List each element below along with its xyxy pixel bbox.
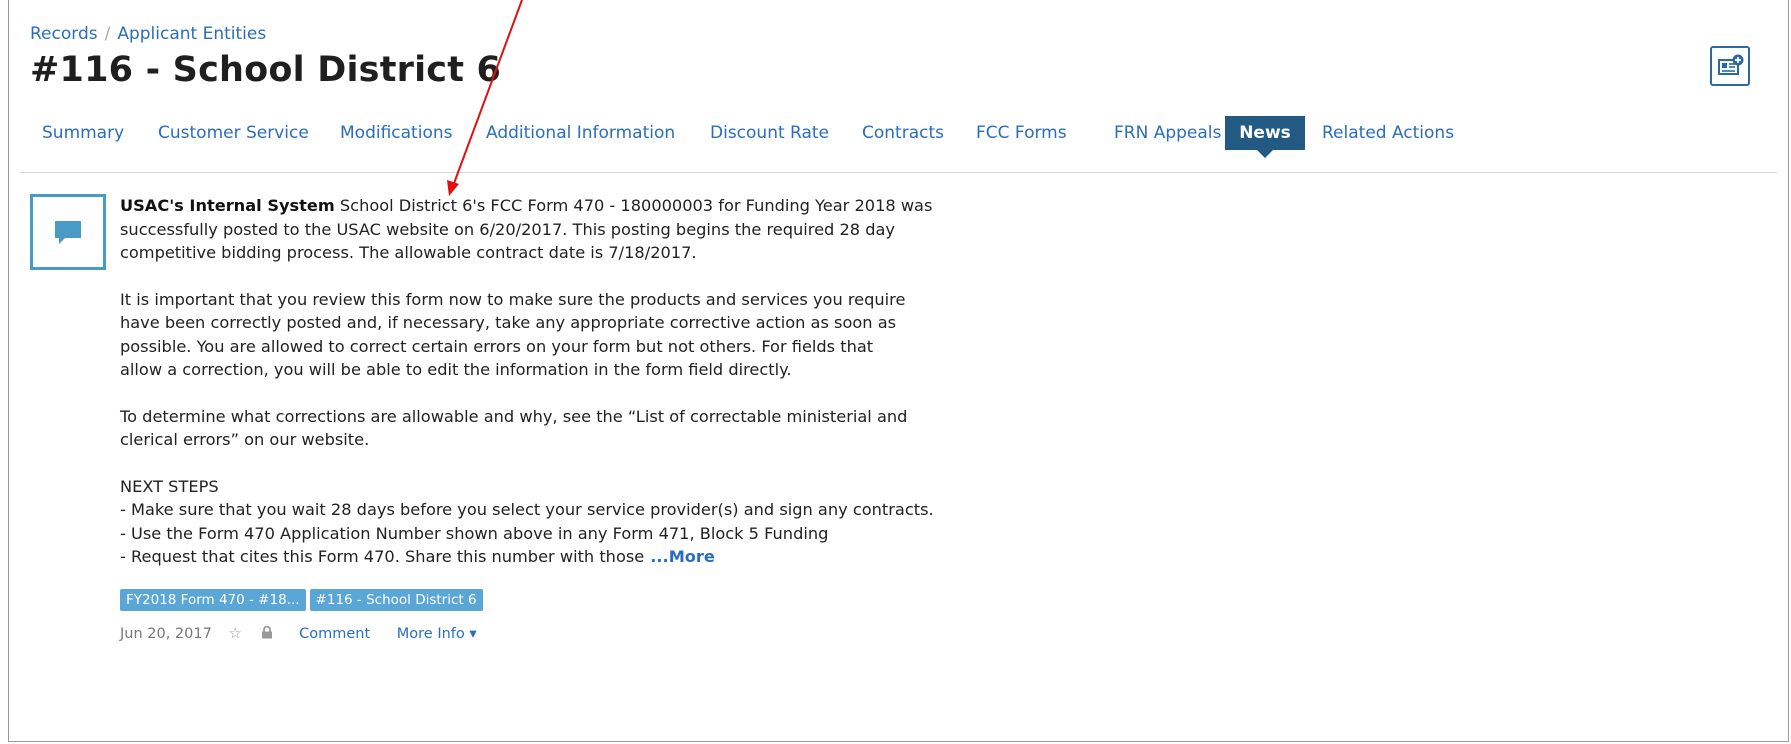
- next-steps-heading: NEXT STEPS: [120, 476, 219, 496]
- post-line: successfully posted to the USAC website …: [120, 219, 895, 239]
- star-icon[interactable]: ☆: [228, 624, 241, 642]
- next-step-item: - Make sure that you wait 28 days before…: [120, 500, 934, 519]
- post-tags: FY2018 Form 470 - #18... #116 - School Di…: [120, 589, 487, 611]
- caret-down-icon: ▾: [469, 626, 477, 642]
- post-line: USAC's Internal System School District 6…: [120, 196, 933, 215]
- tab-contracts[interactable]: Contracts: [852, 116, 954, 150]
- post-line: possible. You are allowed to correct cer…: [120, 336, 874, 356]
- lock-icon: [261, 625, 273, 643]
- tab-discount-rate[interactable]: Discount Rate: [700, 116, 839, 150]
- tab-summary[interactable]: Summary: [32, 116, 134, 150]
- tab-frn-appeals[interactable]: FRN Appeals: [1104, 116, 1231, 150]
- chat-bubble-icon: [55, 221, 81, 244]
- post-line: To determine what corrections are allowa…: [120, 406, 908, 426]
- post-line: have been correctly posted and, if neces…: [120, 313, 897, 332]
- post-line: allow a correction, you will be able to …: [120, 360, 792, 379]
- post-line: It is important that you review this for…: [120, 289, 906, 309]
- tab-modifications[interactable]: Modifications: [330, 116, 462, 150]
- post-date: Jun 20, 2017: [120, 626, 212, 642]
- tab-additional-information[interactable]: Additional Information: [476, 116, 685, 150]
- tab-related-actions[interactable]: Related Actions: [1312, 116, 1464, 150]
- news-feed-button[interactable]: [1710, 46, 1750, 86]
- post-meta: Jun 20, 2017 ☆ Comment More Info ▾: [120, 624, 477, 643]
- post-avatar: [30, 194, 106, 270]
- tab-divider: [20, 172, 1777, 173]
- page-title: #116 - School District 6: [30, 50, 502, 90]
- breadcrumb: Records / Applicant Entities: [30, 24, 266, 44]
- post-author[interactable]: USAC's Internal System: [120, 196, 335, 215]
- next-step-item: - Request that cites this Form 470. Shar…: [120, 547, 715, 566]
- tab-fcc-forms[interactable]: FCC Forms: [966, 116, 1077, 150]
- comment-link[interactable]: Comment: [299, 626, 370, 642]
- post-line: clerical errors” on our website.: [120, 430, 370, 449]
- news-post: USAC's Internal System School District 6…: [120, 194, 1080, 569]
- more-info-dropdown[interactable]: More Info ▾: [397, 626, 477, 642]
- tab-news[interactable]: News: [1225, 116, 1305, 158]
- tag-school-district[interactable]: #116 - School District 6: [309, 589, 483, 611]
- more-link[interactable]: ...More: [650, 547, 715, 566]
- tag-form-470[interactable]: FY2018 Form 470 - #18...: [120, 589, 306, 611]
- breadcrumb-separator: /: [104, 24, 111, 44]
- breadcrumb-records-link[interactable]: Records: [30, 24, 98, 44]
- post-line: competitive bidding process. The allowab…: [120, 243, 697, 262]
- next-step-item: - Use the Form 470 Application Number sh…: [120, 523, 829, 543]
- tab-customer-service[interactable]: Customer Service: [148, 116, 319, 150]
- breadcrumb-applicant-entities-link[interactable]: Applicant Entities: [117, 24, 266, 44]
- news-feed-add-icon: [1718, 54, 1744, 75]
